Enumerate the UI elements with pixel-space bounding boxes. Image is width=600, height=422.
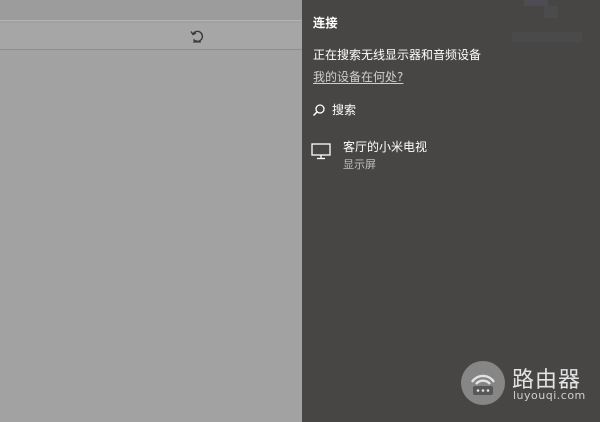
background-browser-window [0,0,302,422]
browser-tab-bar [0,0,302,21]
background-artifact [512,32,582,42]
router-logo-icon [460,360,506,410]
device-type: 显示屏 [343,158,376,171]
search-icon [312,103,326,117]
where-is-my-device-link[interactable]: 我的设备在何处? [313,68,403,85]
connect-flyout-panel: 连接 正在搜索无线显示器和音频设备 我的设备在何处? 搜索 客厅的小米电视 显示… [302,0,600,422]
searching-status-text: 正在搜索无线显示器和音频设备 [313,48,482,62]
watermark-url: luyouqi.com [513,389,586,402]
background-artifact [544,6,558,18]
monitor-icon [311,142,331,164]
search-button[interactable]: 搜索 [312,101,356,118]
panel-title: 连接 [313,16,339,30]
browser-address-bar [0,23,302,50]
device-list-item[interactable]: 客厅的小米电视 显示屏 [311,136,561,176]
device-name: 客厅的小米电视 [343,140,428,154]
search-label: 搜索 [332,103,357,117]
watermark: 路由器 luyouqi.com [460,360,590,406]
refresh-icon[interactable] [188,27,206,45]
